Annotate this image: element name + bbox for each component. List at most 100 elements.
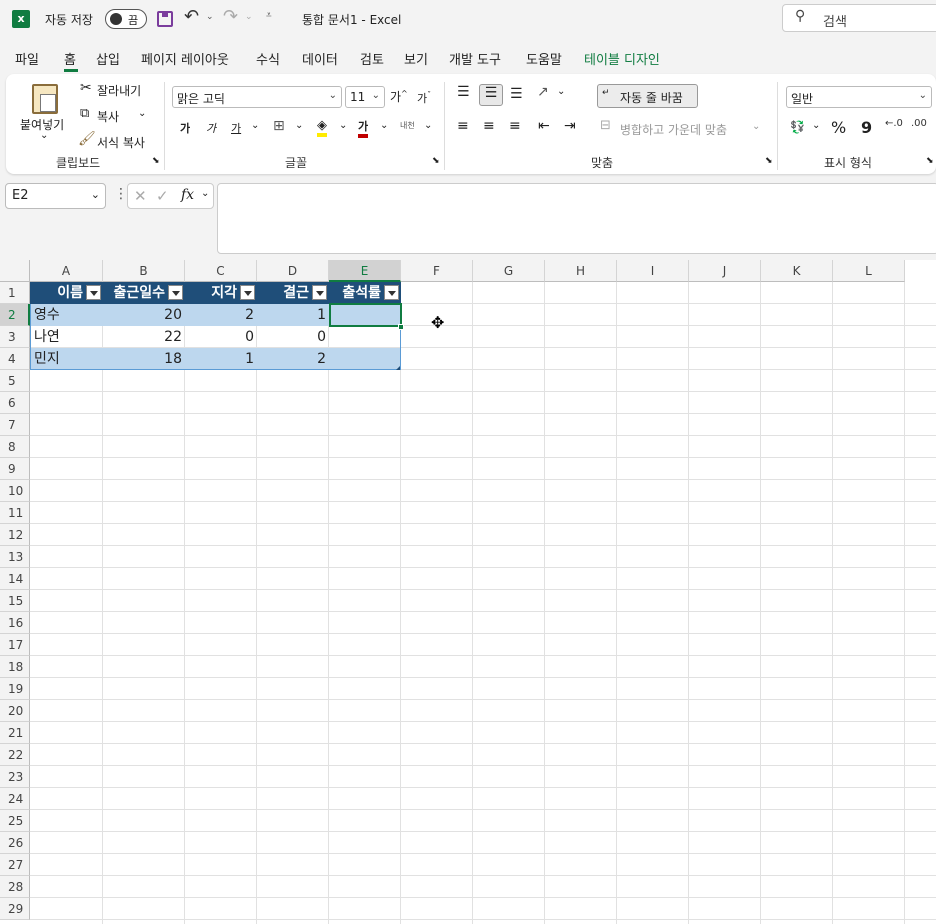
menu-developer[interactable]: 개발 도구 [449, 49, 501, 68]
border-icon[interactable]: ⊞ [273, 118, 285, 134]
paste-dropdown-icon[interactable]: ⌄ [40, 130, 48, 141]
align-bottom-icon[interactable]: ☰ [510, 86, 523, 102]
table-cell[interactable]: 22 [103, 326, 185, 348]
column-header-g[interactable]: G [473, 260, 545, 282]
table-cell[interactable]: 1 [257, 304, 329, 326]
row-header-2[interactable]: 2 [0, 304, 30, 326]
column-header-e[interactable]: E [329, 260, 401, 282]
copy-button[interactable]: 복사 [97, 108, 119, 125]
enter-icon[interactable]: ✓ [156, 187, 169, 205]
header-cell-workdays[interactable]: 출근일수 [103, 282, 185, 304]
redo-dropdown-icon[interactable]: ⌄ [245, 12, 253, 22]
row-header-3[interactable]: 3 [0, 326, 30, 348]
phonetic-dropdown-icon[interactable]: ⌄ [424, 120, 432, 131]
comma-style-button[interactable]: 9 [861, 118, 872, 137]
align-center-icon[interactable]: ≡ [483, 118, 495, 134]
accounting-dropdown-icon[interactable]: ⌄ [812, 120, 820, 131]
column-header-f[interactable]: F [401, 260, 473, 282]
align-right-icon[interactable]: ≡ [509, 118, 521, 134]
italic-button[interactable]: 가 [206, 120, 216, 136]
more-options-icon[interactable]: ⋮ [114, 186, 128, 202]
orientation-dropdown-icon[interactable]: ⌄ [557, 86, 565, 97]
cut-button[interactable]: 잘라내기 [97, 82, 141, 99]
row-header-20[interactable]: 20 [0, 700, 30, 722]
row-header-13[interactable]: 13 [0, 546, 30, 568]
column-header-a[interactable]: A [30, 260, 103, 282]
bold-button[interactable]: 가 [180, 120, 190, 136]
filter-dropdown-icon[interactable] [240, 285, 255, 300]
menu-formulas[interactable]: 수식 [256, 49, 280, 68]
row-header-17[interactable]: 17 [0, 634, 30, 656]
table-cell[interactable]: 2 [257, 348, 329, 370]
column-header-j[interactable]: J [689, 260, 761, 282]
row-header-25[interactable]: 25 [0, 810, 30, 832]
customize-qat-icon[interactable]: ⩡ [266, 10, 272, 21]
row-header-8[interactable]: 8 [0, 436, 30, 458]
font-color-button[interactable]: 가 [358, 118, 369, 138]
font-name-select[interactable]: 맑은 고딕 ⌄ [172, 86, 342, 108]
table-cell[interactable]: 2 [185, 304, 257, 326]
merge-icon[interactable]: ⊟ [600, 118, 611, 133]
alignment-launcher-icon[interactable]: ⬊ [765, 156, 773, 166]
row-header-9[interactable]: 9 [0, 458, 30, 480]
worksheet-grid[interactable]: ABCDEFGHIJKL 1 2 3 4 5 6 7 8 9 10 11 12 13 14 15 16 17 18… [0, 260, 936, 924]
save-icon[interactable] [157, 11, 173, 27]
fill-color-icon[interactable]: ◈ [317, 118, 327, 137]
row-header-16[interactable]: 16 [0, 612, 30, 634]
active-cell[interactable] [329, 303, 402, 327]
row-header-4[interactable]: 4 [0, 348, 30, 370]
wrap-text-button[interactable]: ↵ 자동 줄 바꿈 [597, 84, 698, 108]
number-launcher-icon[interactable]: ⬊ [926, 156, 934, 166]
table-cell[interactable]: 0 [257, 326, 329, 348]
menu-file[interactable]: 파일 [15, 49, 39, 68]
filter-dropdown-icon[interactable] [312, 285, 327, 300]
row-header-7[interactable]: 7 [0, 414, 30, 436]
name-box[interactable]: E2 ⌄ [5, 183, 106, 209]
menu-help[interactable]: 도움말 [526, 49, 562, 68]
row-header-12[interactable]: 12 [0, 524, 30, 546]
row-header-11[interactable]: 11 [0, 502, 30, 524]
decrease-indent-icon[interactable]: ⇤ [538, 118, 550, 134]
increase-indent-icon[interactable]: ⇥ [564, 118, 576, 134]
merge-center-button[interactable]: 병합하고 가운데 맞춤 [620, 121, 727, 138]
column-header-h[interactable]: H [545, 260, 617, 282]
filter-dropdown-icon[interactable] [168, 285, 183, 300]
row-header-5[interactable]: 5 [0, 370, 30, 392]
header-cell-late[interactable]: 지각 [185, 282, 257, 304]
row-header-29[interactable]: 29 [0, 898, 30, 920]
undo-icon[interactable]: ↶ [184, 6, 199, 27]
header-cell-absent[interactable]: 결근 [257, 282, 329, 304]
column-header-b[interactable]: B [103, 260, 185, 282]
underline-button[interactable]: 가 [231, 120, 241, 136]
table-cell[interactable]: 0 [185, 326, 257, 348]
clipboard-launcher-icon[interactable]: ⬊ [152, 156, 160, 166]
align-top-icon[interactable]: ☰ [457, 84, 470, 100]
filter-dropdown-icon[interactable] [86, 285, 101, 300]
cancel-icon[interactable]: ✕ [134, 187, 147, 205]
column-header-d[interactable]: D [257, 260, 329, 282]
row-header-27[interactable]: 27 [0, 854, 30, 876]
menu-insert[interactable]: 삽입 [96, 49, 120, 68]
column-header-i[interactable]: I [617, 260, 689, 282]
table-cell[interactable] [329, 348, 401, 370]
number-format-select[interactable]: 일반 ⌄ [786, 86, 932, 108]
align-middle-icon[interactable]: ☰ [479, 84, 503, 106]
menu-review[interactable]: 검토 [360, 49, 384, 68]
column-header-c[interactable]: C [185, 260, 257, 282]
row-header-19[interactable]: 19 [0, 678, 30, 700]
column-header-k[interactable]: K [761, 260, 833, 282]
font-size-select[interactable]: 11 ⌄ [345, 86, 385, 108]
table-cell[interactable]: 민지 [31, 348, 103, 370]
filter-dropdown-icon[interactable] [384, 285, 399, 300]
increase-decimal-icon[interactable]: ←.0 [885, 118, 903, 129]
menu-home[interactable]: 홈 [64, 49, 76, 68]
align-left-icon[interactable]: ≡ [457, 118, 469, 134]
menu-view[interactable]: 보기 [404, 49, 428, 68]
table-cell[interactable]: 영수 [31, 304, 103, 326]
row-header-22[interactable]: 22 [0, 744, 30, 766]
increase-font-button[interactable]: 가^ [390, 88, 408, 105]
row-header-23[interactable]: 23 [0, 766, 30, 788]
row-header-26[interactable]: 26 [0, 832, 30, 854]
decrease-font-button[interactable]: 가ˇ [417, 90, 431, 106]
row-header-1[interactable]: 1 [0, 282, 30, 304]
